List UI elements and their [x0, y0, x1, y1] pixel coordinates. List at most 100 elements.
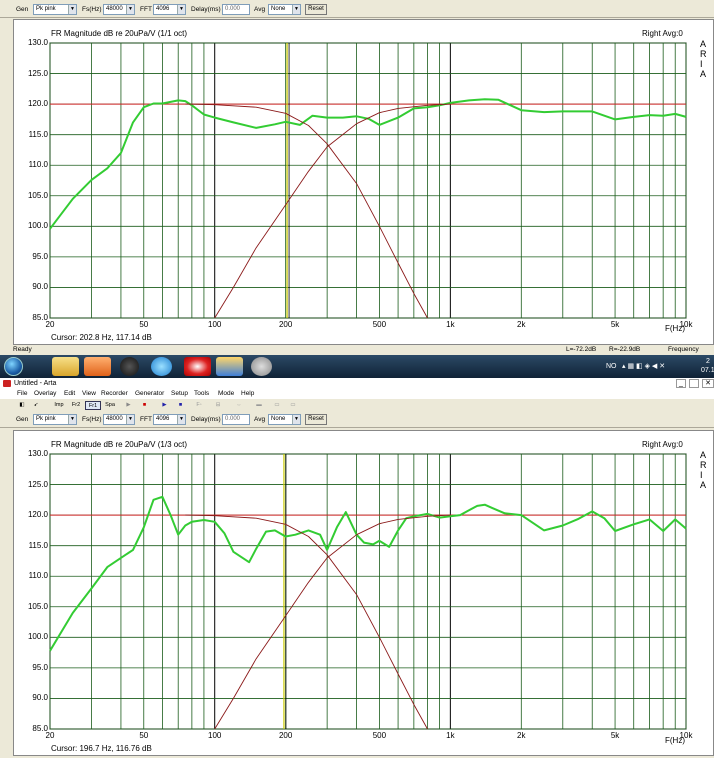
- media-player-icon[interactable]: [84, 357, 111, 376]
- ruler-icon[interactable]: ⊟: [211, 401, 225, 410]
- channel-label: Right Avg:0: [642, 29, 683, 38]
- fcl-icon[interactable]: F◦: [192, 401, 206, 410]
- menu-edit[interactable]: Edit: [64, 389, 75, 399]
- top-toolbar: Gen Pk pink ▼ Fs(Hz) 48000 ▼ FFT 4096 ▼ Del…: [0, 2, 714, 18]
- frequency-response-chart-2[interactable]: [14, 431, 713, 755]
- chevron-down-icon: ▼: [177, 5, 185, 14]
- left-level: L=-72.2dB: [566, 346, 597, 353]
- chevron-down-icon: ▼: [126, 5, 134, 14]
- plot-title: FR Magnitude dB re 20uPa/V (1/1 oct): [51, 29, 188, 38]
- overlay-icon[interactable]: ▬: [252, 401, 266, 410]
- plot-area: [49, 453, 687, 730]
- maximize-icon[interactable]: [689, 379, 699, 388]
- settings-icon[interactable]: [251, 357, 272, 376]
- avg-value: None: [271, 6, 286, 12]
- side-letter: R: [700, 460, 707, 470]
- chart-icon[interactable]: ▭: [270, 401, 284, 410]
- play-blue-icon[interactable]: ▶: [160, 401, 169, 410]
- menu-mode[interactable]: Mode: [218, 389, 234, 399]
- x-tick-label: 200: [278, 731, 293, 740]
- ready-status: Ready: [13, 346, 32, 353]
- box-icon[interactable]: ▭: [288, 401, 298, 410]
- menu-generator[interactable]: Generator: [135, 389, 164, 399]
- red-app-icon[interactable]: [184, 357, 211, 376]
- clock-time[interactable]: 2: [706, 357, 710, 366]
- menu-file[interactable]: File: [17, 389, 27, 399]
- y-tick-label: 125.0: [27, 68, 48, 78]
- right-level: R=-22.9dB: [609, 346, 641, 353]
- fs-label: Fs(Hz): [82, 6, 102, 13]
- play-icon[interactable]: ▶: [124, 401, 133, 410]
- y-tick-label: 105.0: [27, 601, 48, 611]
- y-tick-label: 100.0: [27, 221, 48, 231]
- frequency-response-chart-1[interactable]: [14, 20, 713, 344]
- delay-input[interactable]: 0.000: [222, 414, 250, 425]
- impulse-button[interactable]: Imp: [51, 401, 67, 410]
- minimize-icon[interactable]: _: [676, 379, 686, 388]
- window-titlebar: Untitled - Arta _ ✕: [0, 378, 714, 389]
- tray-icons[interactable]: ▴ ▦ ◧ ◈ ◀ ✕: [622, 362, 665, 371]
- menu-tools[interactable]: Tools: [194, 389, 209, 399]
- shield-icon[interactable]: [216, 357, 243, 376]
- fs-select[interactable]: 48000 ▼: [103, 414, 135, 425]
- cursor-readout: Cursor: 196.7 Hz, 116.76 dB: [51, 744, 152, 753]
- stop-blue-icon[interactable]: ■: [176, 401, 185, 410]
- side-letter: A: [700, 480, 707, 490]
- language-indicator[interactable]: NO: [606, 362, 617, 371]
- x-tick-label: 2k: [517, 731, 526, 740]
- y-tick-label: 115.0: [28, 540, 48, 550]
- avg-select[interactable]: None ▼: [268, 4, 301, 15]
- x-tick-label: 10k: [679, 731, 693, 740]
- fr1-button[interactable]: Fr1: [85, 401, 101, 410]
- x-tick-label: 2k: [517, 320, 526, 329]
- side-letter: I: [700, 470, 703, 480]
- fft-select[interactable]: 4096 ▼: [153, 414, 186, 425]
- menu-view[interactable]: View: [82, 389, 96, 399]
- avg-label: Avg: [254, 416, 266, 423]
- reset-button[interactable]: Reset: [305, 4, 327, 15]
- hp-icon[interactable]: [120, 357, 139, 376]
- x-tick-label: 1k: [446, 731, 455, 740]
- chevron-down-icon: ▼: [68, 5, 76, 14]
- chevron-down-icon: ▼: [292, 5, 300, 14]
- fs-select[interactable]: 48000 ▼: [103, 4, 135, 15]
- avg-select[interactable]: None ▼: [268, 414, 301, 425]
- gen-value: Pk pink: [36, 6, 56, 12]
- open-icon[interactable]: ◧: [17, 401, 27, 410]
- menu-help[interactable]: Help: [241, 389, 254, 399]
- folder-icon[interactable]: [52, 357, 79, 376]
- fr2-button[interactable]: Fr2: [68, 401, 84, 410]
- menu-recorder[interactable]: Recorder: [101, 389, 128, 399]
- taskbar: NO ▴ ▦ ◧ ◈ ◀ ✕ 2 07.1: [0, 355, 714, 378]
- avg-value: None: [271, 416, 286, 422]
- menu-overlay[interactable]: Overlay: [34, 389, 56, 399]
- link-icon[interactable]: ⇔: [232, 401, 246, 410]
- fft-select[interactable]: 4096 ▼: [153, 4, 186, 15]
- y-tick-label: 95.0: [32, 662, 48, 672]
- side-letter: A: [700, 69, 707, 79]
- chevron-down-icon: ▼: [292, 415, 300, 424]
- menu-setup[interactable]: Setup: [171, 389, 188, 399]
- x-tick-label: 1k: [446, 320, 455, 329]
- delay-input[interactable]: 0.000: [222, 4, 250, 15]
- internet-explorer-icon[interactable]: [151, 357, 172, 376]
- x-tick-label: 20: [45, 320, 55, 329]
- spectrum-button[interactable]: Spa: [102, 401, 118, 410]
- x-tick-label: 5k: [610, 731, 620, 740]
- close-icon[interactable]: ✕: [702, 379, 714, 388]
- gen-select[interactable]: Pk pink ▼: [33, 4, 77, 15]
- y-tick-label: 105.0: [27, 190, 48, 200]
- y-tick-label: 110.0: [28, 160, 48, 170]
- window-title: Untitled - Arta: [14, 380, 57, 387]
- x-tick-label: 500: [372, 731, 387, 740]
- clock-date[interactable]: 07.1: [701, 366, 714, 375]
- reset-button[interactable]: Reset: [305, 414, 327, 425]
- delay-label: Delay(ms): [191, 416, 221, 423]
- start-button[interactable]: [4, 357, 23, 376]
- chevron-down-icon: ▼: [68, 415, 76, 424]
- cursor-icon[interactable]: ➹: [31, 401, 41, 410]
- y-tick-label: 125.0: [27, 479, 48, 489]
- record-stop-icon[interactable]: ■: [140, 401, 149, 410]
- gen-label: Gen: [16, 6, 29, 13]
- gen-select[interactable]: Pk pink ▼: [33, 414, 77, 425]
